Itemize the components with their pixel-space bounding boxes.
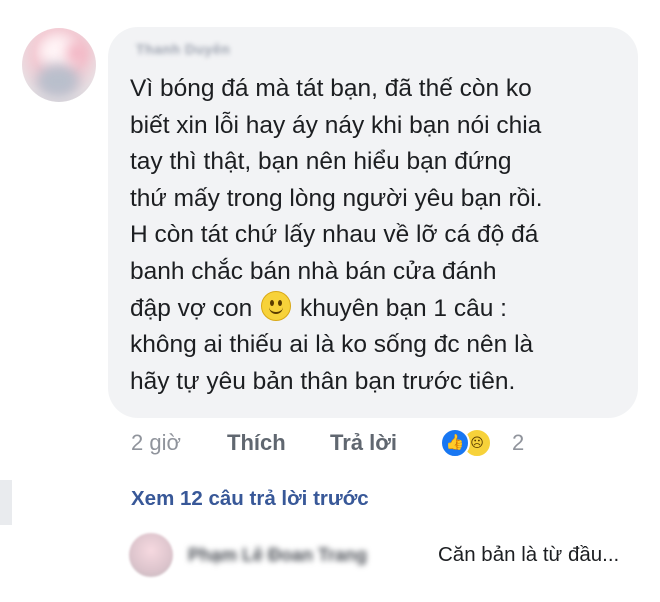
comment-line: thứ mấy trong lòng người yêu bạn rồi. — [130, 184, 543, 212]
like-icon[interactable]: 👍 — [440, 428, 470, 458]
commenter-avatar[interactable] — [22, 28, 96, 102]
comment-line: không ai thiếu ai là ko sống đc nên là — [130, 331, 534, 359]
like-button[interactable]: Thích — [227, 430, 286, 456]
comment-time[interactable]: 2 giờ — [131, 430, 181, 456]
comment-line: biết xin lỗi hay áy náy khi bạn nói chia — [130, 111, 542, 139]
comment-line: đập vợ con — [130, 294, 253, 322]
comment-text: Vì bóng đá mà tát bạn, đã thế còn ko biế… — [130, 71, 638, 400]
comment-line: banh chắc bán nhà bán cửa đánh — [130, 257, 497, 285]
comment-line: hãy tự yêu bản thân bạn trước tiên. — [130, 367, 516, 395]
comment-line: tay thì thật, bạn nên hiểu bạn đứng — [130, 148, 512, 176]
reaction-count[interactable]: 2 — [512, 430, 524, 456]
comment-line: Vì bóng đá mà tát bạn, đã thế còn ko — [130, 75, 532, 102]
sidebar-divider — [0, 480, 12, 525]
comment-bubble: Thanh Duyên Vì bóng đá mà tát bạn, đã th… — [108, 27, 638, 418]
reply-button[interactable]: Trả lời — [330, 430, 397, 456]
comment-author[interactable]: Thanh Duyên — [136, 41, 230, 57]
comment-line: khuyên bạn 1 câu : — [299, 294, 507, 322]
reply-avatar[interactable] — [129, 533, 173, 577]
reply-author[interactable]: Phạm Lê Đoan Trang — [188, 545, 367, 566]
reply-text: Căn bản là từ đầu... — [438, 543, 620, 566]
smiley-icon — [261, 290, 292, 321]
view-previous-replies-link[interactable]: Xem 12 câu trả lời trước — [131, 487, 369, 511]
comment-line: H còn tát chứ lấy nhau về lỡ cá độ đá — [130, 221, 539, 249]
